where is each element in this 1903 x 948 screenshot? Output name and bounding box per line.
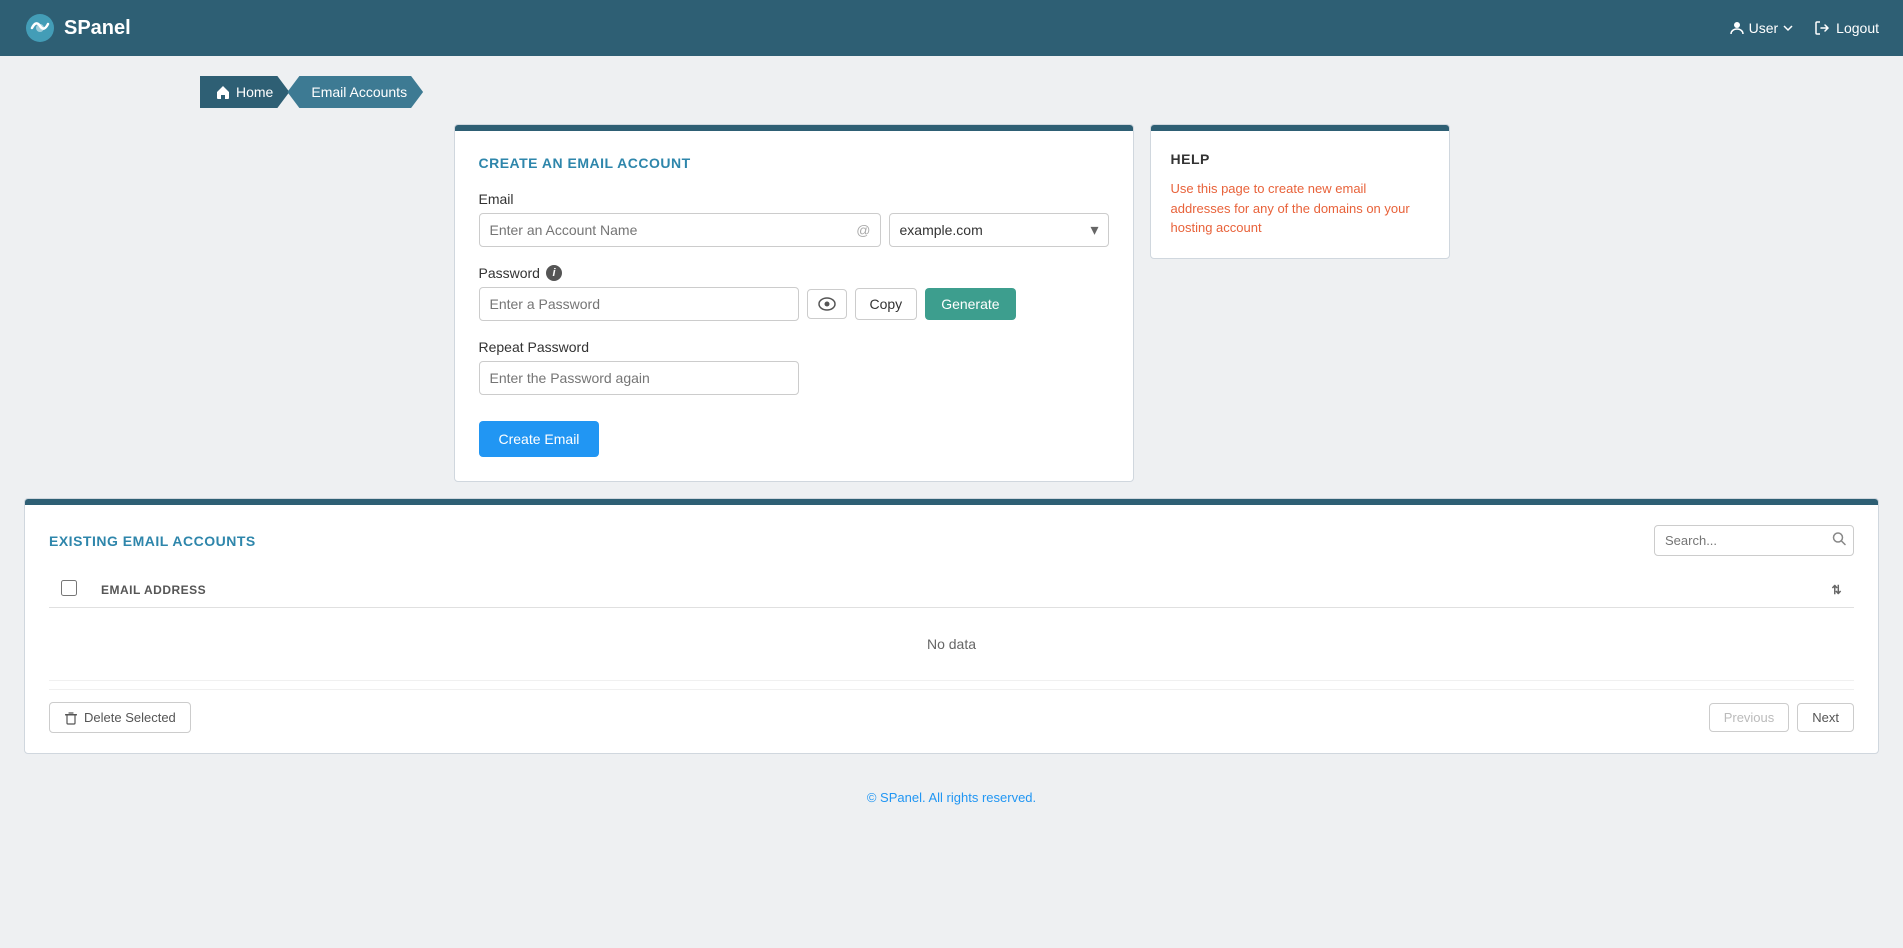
existing-accounts-section: EXISTING EMAIL ACCOUNTS <box>24 498 1879 754</box>
domain-select[interactable]: example.com <box>889 213 1109 247</box>
repeat-password-label-text: Repeat Password <box>479 339 590 355</box>
email-address-column-header: EMAIL ADDRESS <box>89 572 1814 608</box>
password-row: Copy Generate <box>479 287 1109 321</box>
password-info-icon[interactable]: i <box>546 265 562 281</box>
existing-card-body: EXISTING EMAIL ACCOUNTS <box>25 505 1878 753</box>
no-data-label: No data <box>61 616 1842 672</box>
breadcrumb-home[interactable]: Home <box>200 76 289 108</box>
search-input[interactable] <box>1654 525 1854 556</box>
breadcrumb-current: Email Accounts <box>287 76 423 108</box>
brand-icon <box>24 12 56 44</box>
breadcrumb-home-label: Home <box>236 84 273 100</box>
card-body: CREATE AN EMAIL ACCOUNT Email @ example.… <box>455 131 1133 481</box>
generate-button-label: Generate <box>941 296 999 312</box>
brand-logo: SPanel <box>24 12 131 44</box>
help-text: Use this page to create new email addres… <box>1171 179 1429 238</box>
password-label: Password i <box>479 265 1109 281</box>
help-title: HELP <box>1171 151 1429 167</box>
create-email-button-label: Create Email <box>499 431 580 447</box>
no-data-cell: No data <box>49 608 1854 681</box>
home-icon <box>216 85 230 99</box>
trash-icon <box>64 711 78 725</box>
email-label: Email <box>479 191 1109 207</box>
chevron-down-icon <box>1782 22 1794 34</box>
delete-selected-label: Delete Selected <box>84 710 176 725</box>
search-icon <box>1832 531 1846 550</box>
create-form-title: CREATE AN EMAIL ACCOUNT <box>479 155 1109 171</box>
at-sign-icon: @ <box>856 222 870 238</box>
show-password-button[interactable] <box>807 289 847 319</box>
breadcrumb: Home Email Accounts <box>200 76 1903 108</box>
page-footer: © SPanel. All rights reserved. <box>0 770 1903 825</box>
existing-top-row: EXISTING EMAIL ACCOUNTS <box>49 525 1854 556</box>
table-header-row: EMAIL ADDRESS ⇅ <box>49 572 1854 608</box>
help-card-body: HELP Use this page to create new email a… <box>1151 131 1449 258</box>
breadcrumb-current-label: Email Accounts <box>311 84 407 100</box>
next-button[interactable]: Next <box>1797 703 1854 732</box>
user-icon <box>1729 20 1745 36</box>
accounts-table: EMAIL ADDRESS ⇅ No data <box>49 572 1854 681</box>
existing-accounts-footer: Delete Selected Previous Next <box>49 689 1854 733</box>
email-name-input[interactable] <box>479 213 881 247</box>
main-content: CREATE AN EMAIL ACCOUNT Email @ example.… <box>0 124 1903 482</box>
create-email-card: CREATE AN EMAIL ACCOUNT Email @ example.… <box>454 124 1134 482</box>
help-section: HELP Use this page to create new email a… <box>1150 124 1450 482</box>
no-data-row: No data <box>49 608 1854 681</box>
repeat-password-input-wrap <box>479 361 799 395</box>
logout-button[interactable]: Logout <box>1814 20 1879 36</box>
email-name-input-wrap: @ <box>479 213 881 247</box>
checkbox-header <box>49 572 89 608</box>
existing-accounts-title: EXISTING EMAIL ACCOUNTS <box>49 533 256 549</box>
password-input-wrap <box>479 287 799 321</box>
search-wrap <box>1654 525 1854 556</box>
password-input[interactable] <box>479 287 799 321</box>
pagination: Previous Next <box>1709 703 1854 732</box>
password-label-text: Password <box>479 265 540 281</box>
copy-button-label: Copy <box>870 296 903 312</box>
previous-button[interactable]: Previous <box>1709 703 1790 732</box>
user-label: User <box>1749 20 1779 36</box>
user-menu[interactable]: User <box>1729 20 1795 36</box>
email-input-row: @ example.com ▾ <box>479 213 1109 247</box>
password-form-group: Password i <box>479 265 1109 321</box>
delete-selected-button[interactable]: Delete Selected <box>49 702 191 733</box>
brand-name: SPanel <box>64 17 131 40</box>
logout-icon <box>1814 20 1830 36</box>
repeat-password-form-group: Repeat Password <box>479 339 1109 395</box>
logout-label: Logout <box>1836 20 1879 36</box>
email-label-text: Email <box>479 191 514 207</box>
copy-button[interactable]: Copy <box>855 288 918 320</box>
app-header: SPanel User Logout <box>0 0 1903 56</box>
sort-column-header[interactable]: ⇅ <box>1814 572 1854 608</box>
sort-icon: ⇅ <box>1831 583 1842 597</box>
email-address-column-label: EMAIL ADDRESS <box>101 583 206 597</box>
create-form-section: CREATE AN EMAIL ACCOUNT Email @ example.… <box>454 124 1134 482</box>
header-actions: User Logout <box>1729 20 1879 36</box>
generate-button[interactable]: Generate <box>925 288 1015 320</box>
existing-accounts-card: EXISTING EMAIL ACCOUNTS <box>24 498 1879 754</box>
eye-icon <box>818 297 836 311</box>
repeat-password-input[interactable] <box>479 361 799 395</box>
domain-select-wrap: example.com ▾ <box>889 213 1109 247</box>
previous-button-label: Previous <box>1724 710 1775 725</box>
create-email-button[interactable]: Create Email <box>479 421 600 457</box>
next-button-label: Next <box>1812 710 1839 725</box>
help-card: HELP Use this page to create new email a… <box>1150 124 1450 259</box>
select-all-checkbox[interactable] <box>61 580 77 596</box>
email-form-group: Email @ example.com ▾ <box>479 191 1109 247</box>
repeat-password-label: Repeat Password <box>479 339 1109 355</box>
footer-text: © SPanel. All rights reserved. <box>867 790 1036 805</box>
